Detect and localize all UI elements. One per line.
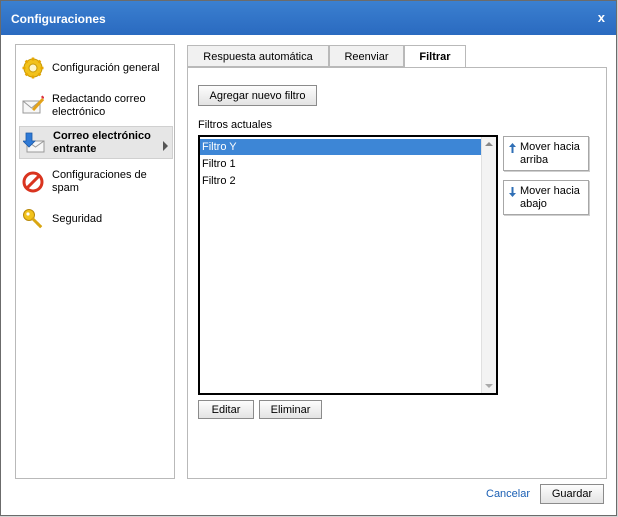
sidebar-item-incoming[interactable]: Correo electrónico entrante [19,126,173,159]
list-item[interactable]: Filtro 1 [200,156,482,172]
sidebar-item-compose[interactable]: Redactando correo electrónico [19,92,173,120]
list-item[interactable]: Filtro 2 [200,173,482,189]
sidebar-item-label: Seguridad [52,212,103,225]
sidebar-item-label: Correo electrónico entrante [53,129,151,155]
save-button[interactable]: Guardar [540,484,604,504]
delete-button[interactable]: Eliminar [259,400,322,419]
dialog-titlebar: Configuraciones x [1,1,616,35]
compose-mail-icon [22,95,44,114]
filter-list[interactable]: Filtro Y Filtro 1 Filtro 2 [198,135,498,395]
sidebar-item-security[interactable]: Seguridad [19,208,173,230]
move-down-button[interactable]: Mover hacia abajo [503,180,589,215]
cancel-link[interactable]: Cancelar [486,488,530,500]
sidebar-item-general[interactable]: Configuración general [19,57,173,79]
list-item[interactable]: Filtro Y [200,139,482,155]
spam-block-icon [22,171,44,193]
edit-button[interactable]: Editar [198,400,254,419]
sidebar-item-label: Redactando correo electrónico [52,93,146,118]
sidebar-item-spam[interactable]: Configuraciones de spam [19,168,173,196]
incoming-mail-icon [23,132,45,152]
sidebar-item-label: Configuraciones de spam [52,169,147,194]
key-icon [23,209,43,229]
dialog-title: Configuraciones [11,12,106,26]
tab-forward[interactable]: Reenviar [329,45,404,67]
move-up-label: Mover hacia arriba [520,141,580,166]
move-up-button[interactable]: Mover hacia arriba [503,136,589,171]
list-scrollbar[interactable] [481,137,496,393]
settings-sidebar: Configuración general Redactando correo … [15,44,175,479]
arrow-up-icon [509,143,516,153]
arrow-down-icon [509,187,516,197]
close-button[interactable]: x [598,10,605,25]
gear-icon [22,57,44,79]
scroll-up-icon[interactable] [485,142,493,146]
add-filter-button[interactable]: Agregar nuevo filtro [198,85,317,106]
tab-autoreply[interactable]: Respuesta automática [187,45,329,67]
current-filters-label: Filtros actuales [198,119,272,131]
sidebar-item-label: Configuración general [52,61,160,74]
chevron-right-icon [163,141,168,151]
scroll-down-icon[interactable] [485,384,493,388]
move-down-label: Mover hacia abajo [520,185,580,210]
tab-filter[interactable]: Filtrar [404,45,466,68]
